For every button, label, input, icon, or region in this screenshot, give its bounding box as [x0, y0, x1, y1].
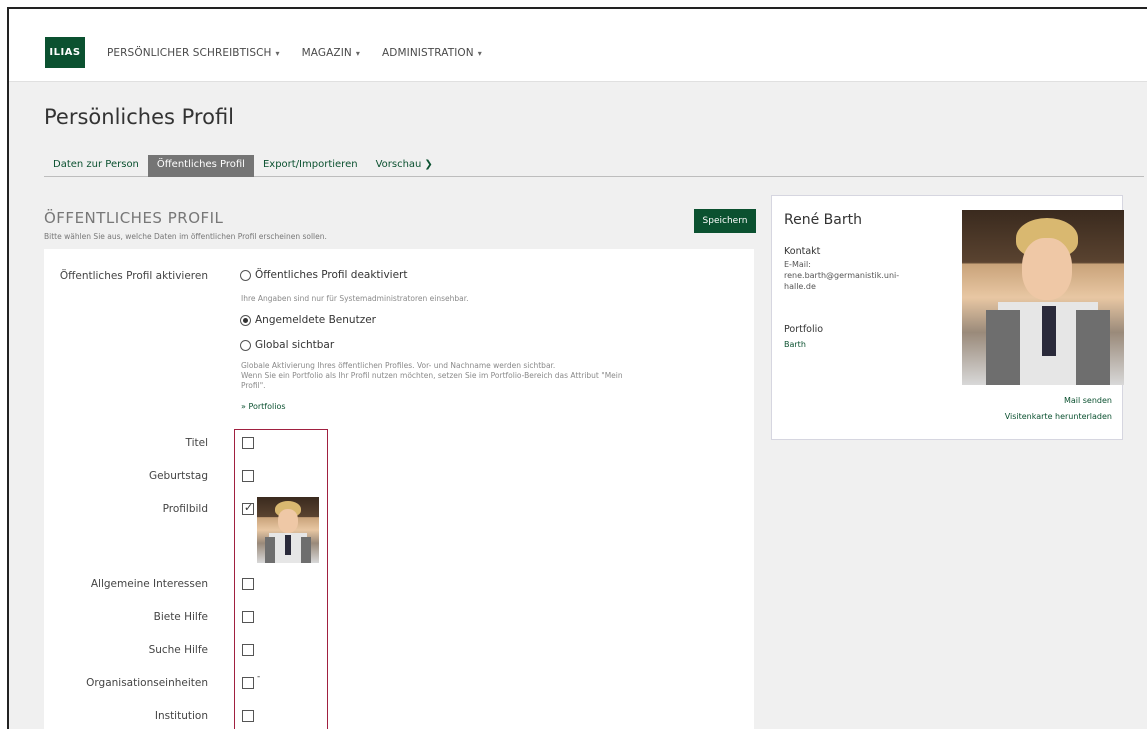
nav-administration[interactable]: ADMINISTRATION ▾	[382, 47, 482, 59]
hint-profile-disabled: Ihre Angaben sind nur für Systemadminist…	[241, 294, 469, 303]
nav-repository-label: MAGAZIN	[301, 47, 352, 59]
tab-public-profile[interactable]: Öffentliches Profil	[147, 155, 254, 177]
card-email-block: E-Mail: rene.barth@germanistik.uni- hall…	[784, 259, 899, 292]
top-bar: ILIAS PERSÖNLICHER SCHREIBTISCH ▾ MAGAZI…	[9, 9, 1147, 82]
card-profile-picture	[962, 210, 1124, 385]
activate-profile-label: Öffentliches Profil aktivieren	[59, 270, 208, 282]
tab-export-import[interactable]: Export/Importieren	[254, 155, 367, 177]
tab-preview-label: Vorschau	[375, 159, 422, 170]
hint-global-visible: Globale Aktivierung Ihres öffentlichen P…	[241, 361, 741, 391]
highlight-frame	[234, 429, 328, 729]
section-heading: ÖFFENTLICHES PROFIL	[44, 209, 224, 227]
field-label-org-units: Organisationseinheiten	[86, 677, 208, 689]
caret-down-icon: ▾	[477, 48, 482, 58]
field-label-seek-help: Suche Hilfe	[148, 644, 208, 656]
card-portfolio-link[interactable]: Barth	[784, 340, 806, 349]
nav-repository[interactable]: MAGAZIN ▾	[302, 47, 360, 59]
card-name: René Barth	[784, 212, 862, 228]
card-email-line-1: rene.barth@germanistik.uni-	[784, 271, 900, 280]
card-contact-label: Kontakt	[784, 246, 821, 257]
radio-global-visible[interactable]: Global sichtbar	[240, 339, 334, 351]
radio-logged-in-users[interactable]: Angemeldete Benutzer	[240, 314, 376, 326]
field-label-profile-picture: Profilbild	[162, 503, 208, 515]
hint-global-line-2: Wenn Sie ein Portfolio als Ihr Profil nu…	[241, 371, 623, 380]
profile-form: Öffentliches Profil aktivieren Öffentlic…	[44, 249, 754, 729]
nav-personal-desktop[interactable]: PERSÖNLICHER SCHREIBTISCH ▾	[107, 47, 280, 59]
radio-logged-in-users-label: Angemeldete Benutzer	[255, 314, 376, 326]
card-email-label: E-Mail:	[784, 260, 811, 269]
hint-global-line-1: Globale Aktivierung Ihres öffentlichen P…	[241, 361, 556, 370]
browser-frame: ILIAS PERSÖNLICHER SCHREIBTISCH ▾ MAGAZI…	[7, 7, 1147, 729]
nav-personal-desktop-label: PERSÖNLICHER SCHREIBTISCH	[107, 47, 272, 59]
section-description: Bitte wählen Sie aus, welche Daten im öf…	[44, 232, 327, 241]
ilias-logo[interactable]: ILIAS	[45, 37, 85, 68]
profile-preview-card: René Barth Kontakt E-Mail: rene.barth@ge…	[771, 195, 1124, 440]
tab-preview[interactable]: Vorschau ❯	[367, 155, 442, 177]
card-portfolio-label: Portfolio	[784, 324, 824, 335]
field-label-offer-help: Biete Hilfe	[153, 611, 208, 623]
field-label-title: Titel	[185, 437, 208, 449]
radio-circle-selected[interactable]	[240, 314, 251, 326]
send-mail-link[interactable]: Mail senden	[1064, 396, 1112, 405]
caret-down-icon: ▾	[355, 48, 360, 58]
portfolios-link[interactable]: » Portfolios	[241, 402, 286, 411]
radio-circle[interactable]	[240, 339, 251, 351]
field-label-interests: Allgemeine Interessen	[90, 578, 208, 590]
radio-circle[interactable]	[240, 269, 251, 281]
tab-bar: Daten zur Person Öffentliches Profil Exp…	[44, 155, 1144, 177]
hint-global-line-3: Profil".	[241, 381, 266, 390]
chevron-right-icon: ❯	[424, 159, 433, 170]
public-profile-panel: ÖFFENTLICHES PROFIL Bitte wählen Sie aus…	[44, 209, 756, 729]
nav-administration-label: ADMINISTRATION	[382, 47, 474, 59]
radio-profile-disabled-label: Öffentliches Profil deaktiviert	[255, 269, 408, 281]
save-button[interactable]: Speichern	[694, 209, 756, 233]
field-label-birthday: Geburtstag	[148, 470, 208, 482]
radio-profile-disabled[interactable]: Öffentliches Profil deaktiviert	[240, 269, 408, 281]
caret-down-icon: ▾	[275, 48, 280, 58]
main-navigation: PERSÖNLICHER SCHREIBTISCH ▾ MAGAZIN ▾ AD…	[107, 47, 504, 59]
tab-personal-data[interactable]: Daten zur Person	[44, 155, 148, 177]
download-vcard-link[interactable]: Visitenkarte herunterladen	[1005, 412, 1112, 421]
field-label-institution: Institution	[154, 710, 208, 722]
page-title: Persönliches Profil	[44, 105, 235, 129]
radio-global-visible-label: Global sichtbar	[255, 339, 335, 351]
card-email-line-2: halle.de	[784, 282, 816, 291]
